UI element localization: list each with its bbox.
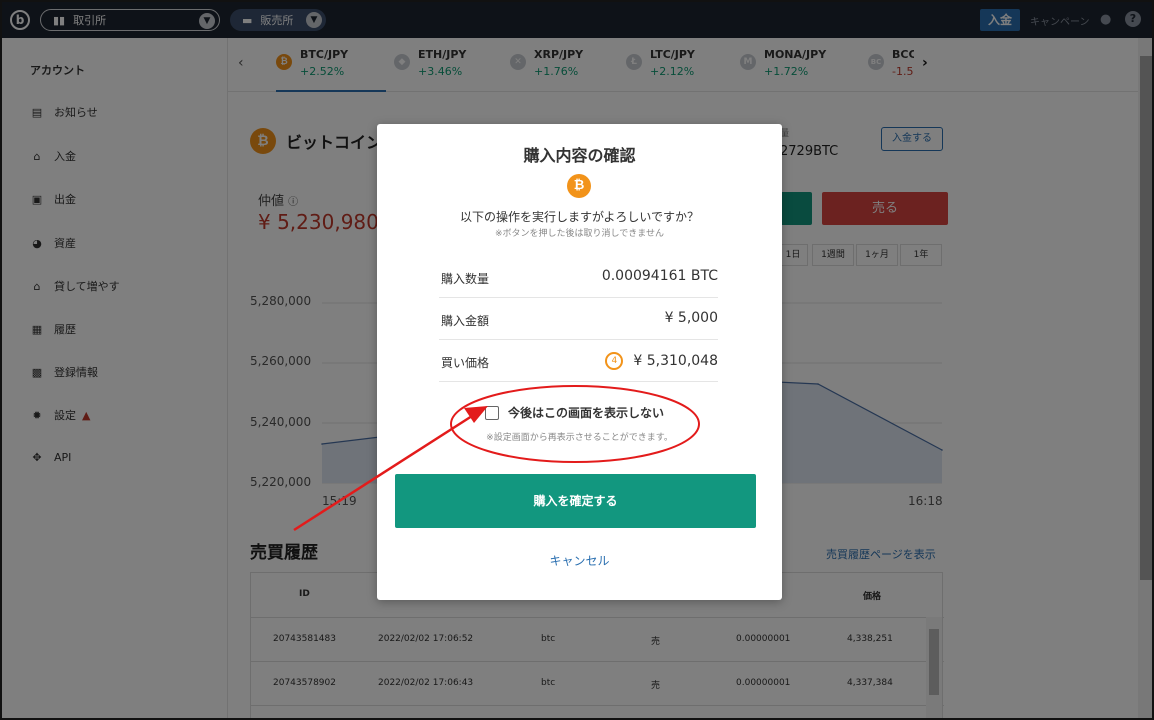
annotation-ellipse: [450, 385, 700, 463]
annotation-arrow-head: [464, 406, 488, 423]
annotation-overlay: [293, 385, 700, 532]
annotation-arrow-line: [293, 414, 473, 532]
app-window: b ▮▮ 取引所 ▼ ▬ 販売所 ▼ 入金 キャンペーン ● ? アカウント ▤…: [0, 0, 1154, 720]
